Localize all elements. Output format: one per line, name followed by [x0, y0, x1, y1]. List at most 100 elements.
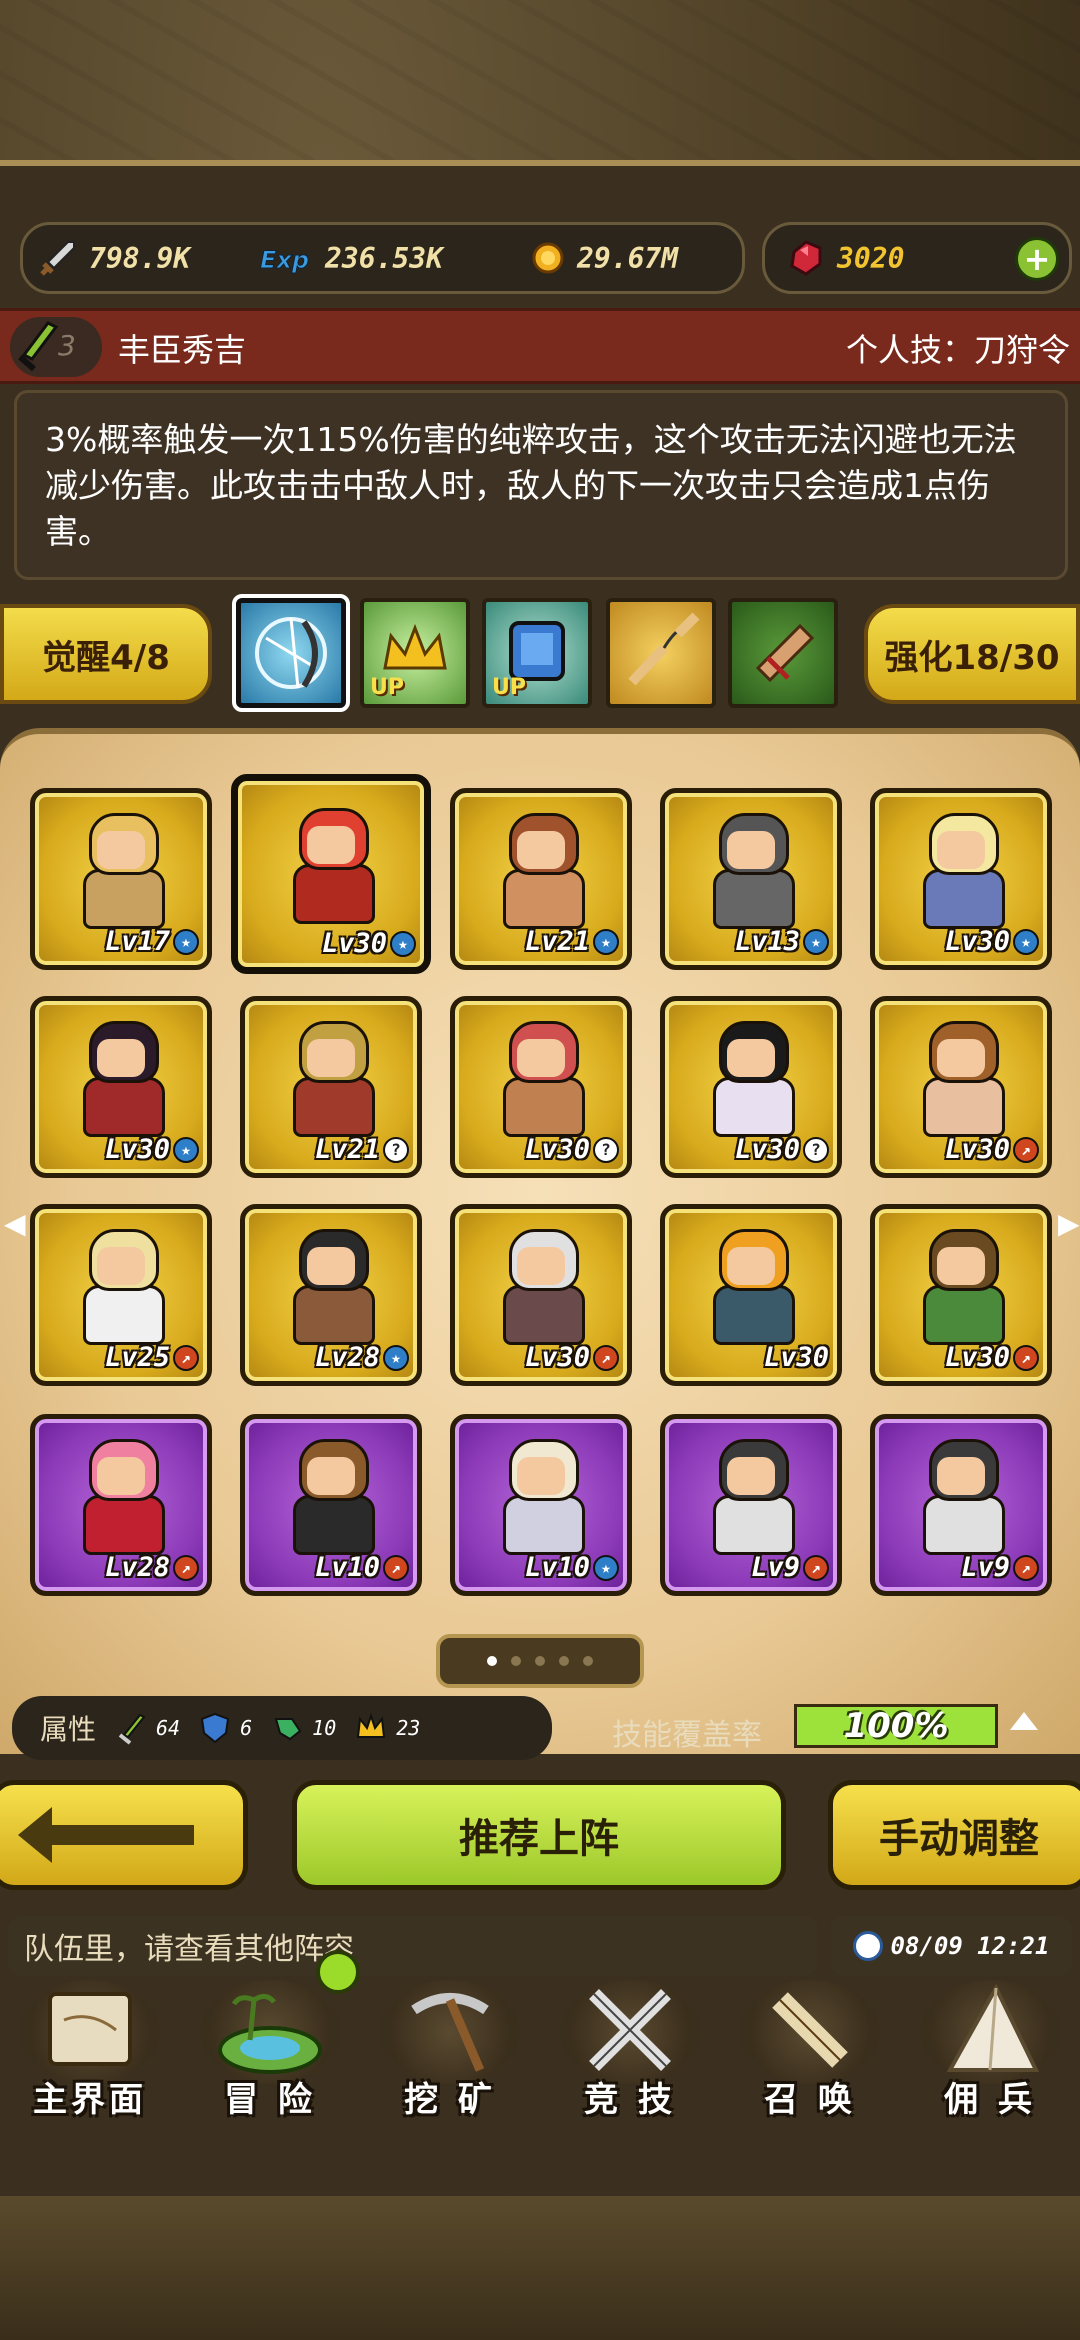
- hero-card[interactable]: Lv10 ↗: [240, 1414, 422, 1596]
- hero-level-label: Lv25 ↗: [105, 1342, 199, 1373]
- bolt-icon: ↗: [1013, 1554, 1039, 1581]
- hero-portrait: [705, 1229, 797, 1345]
- enhance-button[interactable]: 强化18/30: [864, 604, 1080, 704]
- prev-page-arrow[interactable]: ◀: [4, 1210, 26, 1238]
- gem-value: 3020: [837, 241, 905, 275]
- hero-level-label: Lv28 ↗: [105, 1552, 199, 1583]
- hero-card[interactable]: Lv17 ★: [30, 788, 212, 970]
- tab-scroll[interactable]: [728, 598, 838, 708]
- adventure-notification-dot: [316, 1950, 360, 1994]
- time-value: 08/09 12:21: [890, 1932, 1050, 1960]
- nav-adventure[interactable]: 冒 险: [180, 1980, 360, 2126]
- hero-portrait: [705, 1021, 797, 1137]
- expand-arrow-icon[interactable]: [1010, 1712, 1038, 1730]
- hero-card[interactable]: Lv28 ★: [240, 1204, 422, 1386]
- hero-card[interactable]: Lv30 ★: [30, 996, 212, 1178]
- hero-portrait: [75, 1021, 167, 1137]
- hero-card[interactable]: Lv28 ↗: [30, 1414, 212, 1596]
- hero-level-label: Lv10 ↗: [315, 1552, 409, 1583]
- page-dot[interactable]: [535, 1656, 545, 1666]
- hero-portrait: [495, 813, 587, 929]
- hero-card[interactable]: Lv30?: [450, 996, 632, 1178]
- recommend-lineup-button[interactable]: 推荐上阵: [292, 1780, 786, 1890]
- next-page-arrow[interactable]: ▶: [1058, 1210, 1080, 1238]
- tab-shield-up[interactable]: UP: [482, 598, 592, 708]
- hero-card[interactable]: Lv30 ★: [870, 788, 1052, 970]
- hero-level-label: Lv30 ↗: [525, 1342, 619, 1373]
- tab-weapon[interactable]: [606, 598, 716, 708]
- nav-arena[interactable]: 竞 技: [540, 1980, 720, 2126]
- hero-portrait: [915, 813, 1007, 929]
- awaken-button[interactable]: 觉醒4/8: [0, 604, 212, 704]
- hero-portrait: [75, 1439, 167, 1555]
- sword-icon: [118, 1713, 146, 1745]
- hero-card[interactable]: Lv30 ↗: [450, 1204, 632, 1386]
- hero-card[interactable]: Lv9 ↗: [660, 1414, 842, 1596]
- crown-icon: [357, 1712, 386, 1738]
- skill-coverage-bar: 100%: [794, 1704, 998, 1748]
- page-dot[interactable]: [487, 1656, 497, 1666]
- hero-card[interactable]: Lv9 ↗: [870, 1414, 1052, 1596]
- tab-awaken-skill[interactable]: [232, 594, 350, 712]
- hero-level-label: Lv30 ★: [945, 926, 1039, 957]
- bolt-icon: ↗: [803, 1554, 829, 1581]
- up-tag: UP: [370, 675, 404, 700]
- add-gems-button[interactable]: +: [1015, 237, 1059, 281]
- page-dot[interactable]: [511, 1656, 521, 1666]
- tab-crown-up[interactable]: UP: [360, 598, 470, 708]
- skill-description: 3%概率触发一次115%伤害的纯粹攻击，这个攻击无法闪避也无法减少伤害。此攻击击…: [14, 390, 1068, 580]
- star-icon: ★: [390, 930, 416, 957]
- page-dot[interactable]: [583, 1656, 593, 1666]
- hero-portrait: [75, 1229, 167, 1345]
- attribute-bar: 属性 64 6 10 23: [12, 1696, 552, 1760]
- hero-card[interactable]: Lv10 ★: [450, 1414, 632, 1596]
- hero-card[interactable]: Lv30: [660, 1204, 842, 1386]
- gold-resource: 29.67M: [525, 225, 678, 291]
- hero-card[interactable]: Lv21 ★: [450, 788, 632, 970]
- nav-mining[interactable]: 挖 矿: [360, 1980, 540, 2126]
- magic-circle-icon: [255, 617, 327, 689]
- page-indicator: [436, 1634, 644, 1688]
- skill-coverage-label: 技能覆盖率: [612, 1718, 762, 1753]
- bolt-icon: ↗: [1013, 1136, 1039, 1163]
- hero-level: 3: [58, 329, 76, 362]
- hero-card[interactable]: Lv25 ↗: [30, 1204, 212, 1386]
- crossed-swords-icon: [560, 1980, 700, 2084]
- back-button[interactable]: [0, 1780, 248, 1890]
- hero-portrait: [705, 813, 797, 929]
- hero-card[interactable]: Lv30 ↗: [870, 1204, 1052, 1386]
- hero-portrait: [495, 1439, 587, 1555]
- star-icon: ★: [173, 1136, 199, 1163]
- nav-mercenary[interactable]: 佣 兵: [900, 1980, 1080, 2126]
- manual-adjust-button[interactable]: 手动调整: [828, 1780, 1080, 1890]
- island-icon: [200, 1980, 340, 2084]
- hero-card[interactable]: Lv13 ★: [660, 788, 842, 970]
- star-icon: ★: [593, 1554, 619, 1581]
- hero-portrait: [915, 1439, 1007, 1555]
- page-dot[interactable]: [559, 1656, 569, 1666]
- svg-text:Exp: Exp: [260, 246, 309, 274]
- hero-level-label: Lv17 ★: [105, 926, 199, 957]
- hero-card[interactable]: Lv30 ↗: [870, 996, 1052, 1178]
- exp-value: 236.53K: [325, 241, 444, 275]
- star-icon: ★: [1013, 928, 1039, 955]
- scroll-icon: [755, 623, 815, 683]
- hero-card[interactable]: Lv30 ★: [231, 774, 431, 974]
- hero-portrait: [495, 1021, 587, 1137]
- hero-portrait: [915, 1021, 1007, 1137]
- nav-main[interactable]: 主界面: [0, 1980, 180, 2126]
- hero-level-label: Lv9 ↗: [961, 1552, 1039, 1583]
- hero-portrait: [705, 1439, 797, 1555]
- nunchaku-icon: [628, 612, 700, 686]
- hero-portrait: [915, 1229, 1007, 1345]
- hero-card[interactable]: Lv21?: [240, 996, 422, 1178]
- hero-card[interactable]: Lv30?: [660, 996, 842, 1178]
- bolt-icon: ↗: [383, 1554, 409, 1581]
- clock-icon: [852, 1931, 883, 1961]
- map-scroll-icon: [20, 1980, 160, 2084]
- bottom-background: [0, 2196, 1080, 2340]
- nav-summon[interactable]: 召 唤: [720, 1980, 900, 2126]
- chat-ticker[interactable]: 队伍里，请查看其他阵容: [8, 1916, 818, 1976]
- hero-level-label: Lv10 ★: [525, 1552, 619, 1583]
- personal-skill-label: 个人技：刀狩令: [845, 331, 1070, 369]
